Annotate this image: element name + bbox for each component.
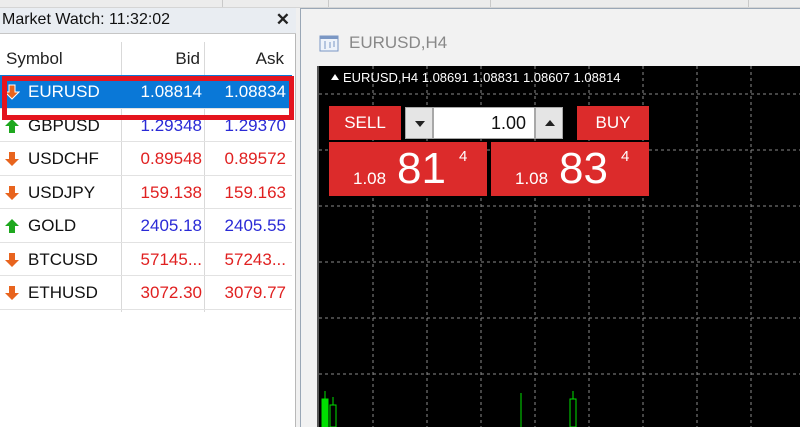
bid-cell: 1.08814 [140,82,202,101]
price-chart[interactable]: EURUSD,H4 1.08691 1.08831 1.08607 1.0881… [317,66,800,427]
chart-window-icon [319,35,339,52]
sell-price-quote[interactable]: 1.08 81 4 [329,142,487,196]
table-row[interactable]: USDJPY 159.138 159.163 [0,176,292,209]
chart-window: EURUSD,H4 EURUSD,H4 1.08691 1.08831 1.08… [301,8,800,427]
arrow-down-icon [4,84,20,100]
top-toolbar-strip [0,0,800,8]
sell-price-pips: 81 [397,144,446,193]
market-watch-title: Market Watch: 11:32:02 [2,11,171,28]
chart-window-title: EURUSD,H4 [349,33,448,52]
buy-price-pips: 83 [559,144,608,193]
arrow-up-icon [5,219,19,233]
bid-cell: 2405.18 [140,216,202,235]
symbol-cell: ETHUSD [28,283,98,302]
ask-cell: 0.89572 [224,149,286,168]
symbol-cell: USDCHF [28,149,99,168]
symbol-cell: EURUSD [28,82,100,101]
ask-cell: 2405.55 [224,216,286,235]
candlestick-series [321,391,577,427]
column-header-ask[interactable]: Ask [206,42,284,75]
arrow-down-icon [5,252,19,267]
sell-price-fraction: 4 [459,148,468,165]
arrow-down-icon [5,185,19,200]
table-row[interactable]: ETHUSD 3072.30 3079.77 [0,276,292,310]
lot-size-input[interactable] [433,107,535,139]
column-header-bid[interactable]: Bid [122,42,200,75]
arrow-down-icon [5,152,19,166]
one-click-trading-panel: SELL BUY 1.08 81 4 1.08 83 4 [329,106,651,201]
bid-cell: 1.29348 [140,115,202,135]
bid-cell: 57145... [140,249,202,269]
ask-cell: 1.08834 [224,82,286,101]
chart-titlebar[interactable]: EURUSD,H4 [301,8,800,64]
market-watch-rows: EURUSD 1.08814 1.08834 GBPUSD 1.29348 1.… [0,75,292,310]
symbol-cell: GOLD [28,216,77,235]
table-row[interactable]: USDCHF 0.89548 0.89572 [0,142,292,176]
symbol-cell: BTCUSD [28,249,98,269]
close-icon[interactable]: ✕ [276,10,290,30]
buy-price-quote[interactable]: 1.08 83 4 [491,142,649,196]
lot-increase-button[interactable] [535,107,563,139]
bid-cell: 3072.30 [140,283,202,302]
ohlc-text: EURUSD,H4 1.08691 1.08831 1.08607 1.0881… [343,70,621,85]
arrow-down-icon [5,286,19,300]
buy-price-fraction: 4 [621,148,630,165]
sell-price-prefix: 1.08 [353,169,387,188]
ask-cell: 1.29370 [224,115,286,135]
triangle-up-icon [331,74,339,80]
column-header-symbol[interactable]: Symbol [6,42,63,75]
ask-cell: 3079.77 [224,283,286,302]
chart-ohlc-info: EURUSD,H4 1.08691 1.08831 1.08607 1.0881… [331,70,621,85]
buy-price-prefix: 1.08 [515,169,549,188]
ask-cell: 159.163 [224,182,286,202]
table-row[interactable]: GOLD 2405.18 2405.55 [0,209,292,243]
bid-cell: 0.89548 [140,149,202,168]
market-watch-panel: Market Watch: 11:32:02 ✕ Symbol Bid Ask … [0,8,296,427]
ask-cell: 57243... [224,249,286,269]
sell-button[interactable]: SELL [329,106,401,140]
market-watch-header: Symbol Bid Ask [0,42,292,75]
symbol-cell: GBPUSD [28,115,100,135]
symbol-cell: USDJPY [28,182,96,202]
arrow-up-icon [5,118,19,133]
lot-decrease-button[interactable] [405,107,433,139]
market-watch-titlebar: Market Watch: 11:32:02 ✕ [0,8,296,34]
buy-button[interactable]: BUY [577,106,649,140]
table-row[interactable]: GBPUSD 1.29348 1.29370 [0,109,292,142]
bid-cell: 159.138 [140,182,202,202]
terminal-window: Market Watch: 11:32:02 ✕ Symbol Bid Ask … [0,0,800,427]
table-row[interactable]: EURUSD 1.08814 1.08834 [0,75,292,109]
table-row[interactable]: BTCUSD 57145... 57243... [0,243,292,276]
